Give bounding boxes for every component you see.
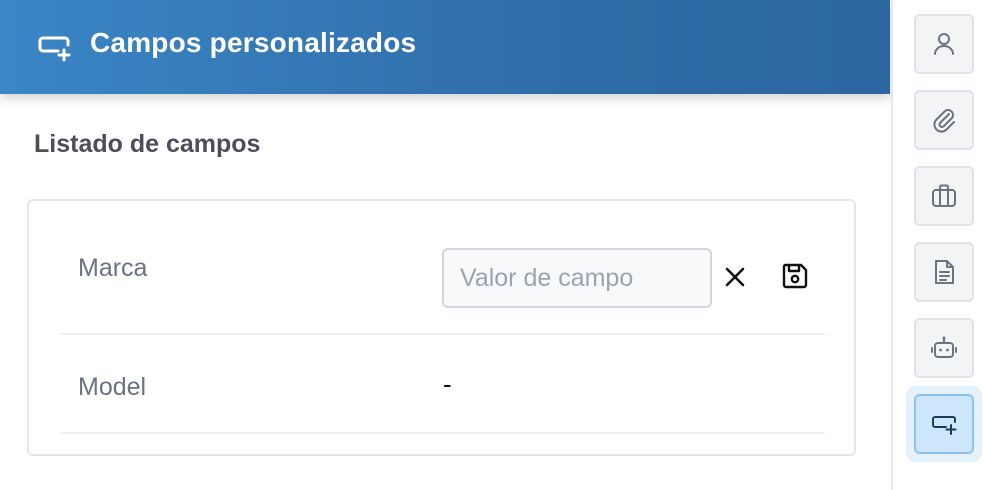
page-title: Campos personalizados (90, 27, 417, 58)
close-icon (725, 267, 745, 287)
sidebar-item-briefcase[interactable] (914, 166, 974, 226)
field-value-input[interactable] (442, 248, 712, 308)
sidebar-item-custom-fields[interactable] (914, 394, 974, 454)
cancel-button[interactable] (722, 264, 748, 290)
sidebar-item-document[interactable] (914, 242, 974, 302)
custom-field-icon (38, 33, 72, 63)
save-icon (782, 263, 808, 289)
save-button[interactable] (780, 261, 810, 291)
paperclip-icon (933, 109, 955, 133)
field-label: Marca (78, 254, 148, 282)
fields-card: Marca Model - (27, 199, 856, 456)
field-row-marca: Marca (61, 217, 825, 335)
custom-field-icon (932, 416, 957, 435)
right-sidebar (891, 0, 984, 490)
sidebar-item-user[interactable] (914, 14, 974, 74)
sidebar-item-robot[interactable] (914, 318, 974, 378)
main-panel: Campos personalizados Listado de campos … (0, 0, 891, 490)
field-value: - (443, 369, 452, 399)
section-title: Listado de campos (34, 130, 261, 158)
user-icon (934, 33, 954, 55)
briefcase-icon (932, 184, 956, 207)
sidebar-item-attachments[interactable] (914, 90, 974, 150)
field-label: Model (78, 373, 147, 401)
robot-icon (931, 336, 957, 358)
document-icon (935, 260, 954, 284)
page-header: Campos personalizados (0, 0, 890, 94)
field-row-model: Model - (61, 333, 825, 434)
